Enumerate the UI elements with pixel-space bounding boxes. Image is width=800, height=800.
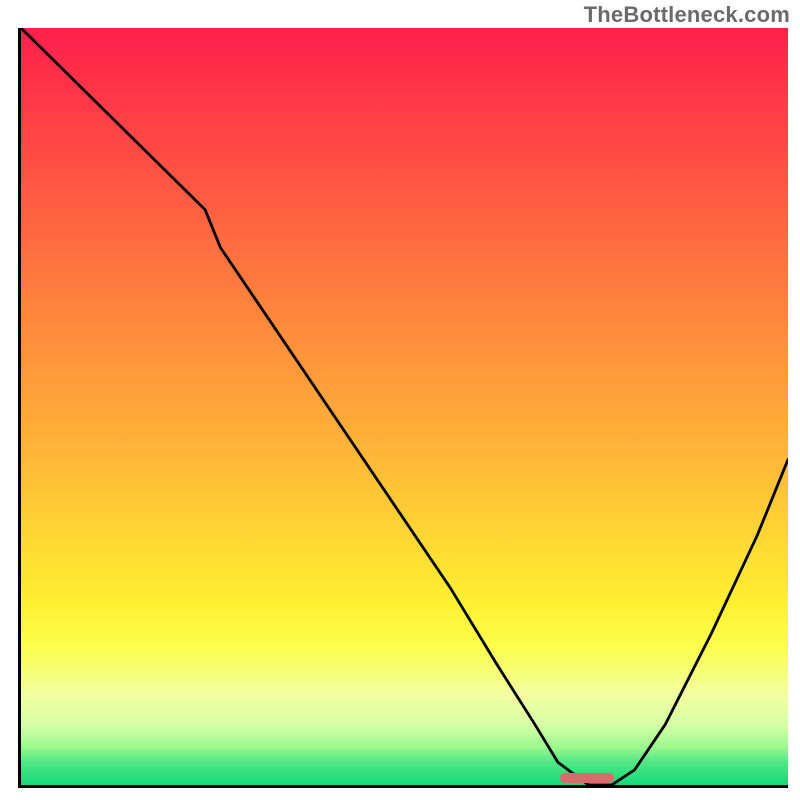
bottleneck-curve: [21, 28, 788, 785]
watermark-text: TheBottleneck.com: [584, 2, 790, 28]
plot-area: [18, 28, 788, 788]
chart-frame: TheBottleneck.com: [0, 0, 800, 800]
optimal-range-marker: [560, 773, 614, 783]
curve-path: [21, 28, 788, 785]
